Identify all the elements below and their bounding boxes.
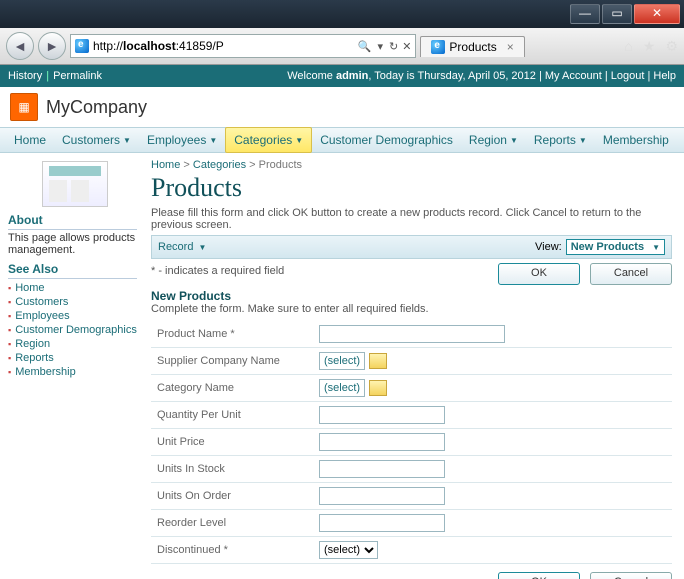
page-thumbnail-icon [42, 161, 108, 207]
record-bar: Record ▼ View: New Products▼ [151, 235, 672, 259]
menu-home[interactable]: Home [6, 128, 54, 152]
window-minimize-button[interactable]: — [570, 4, 600, 24]
brand-name: MyCompany [46, 97, 147, 118]
window-close-button[interactable]: ✕ [634, 4, 680, 24]
my-account-link[interactable]: My Account [545, 70, 602, 82]
about-heading: About [8, 213, 137, 230]
home-icon[interactable]: ⌂ [624, 38, 632, 55]
about-text: This page allows products management. [8, 232, 137, 256]
sidebar-link[interactable]: Employees [8, 309, 137, 323]
page-help: Please fill this form and click OK butto… [151, 207, 672, 231]
tools-icon[interactable]: ⚙ [665, 38, 678, 55]
refresh-icon[interactable]: ↻ [389, 40, 398, 53]
main-content: Home > Categories > Products Products Pl… [145, 153, 684, 579]
unit-price-input[interactable] [319, 433, 445, 451]
product-name-input[interactable] [319, 325, 505, 343]
discontinued-select[interactable]: (select) [319, 541, 378, 559]
form-table: Product Name * Supplier Company Name(sel… [151, 321, 672, 564]
back-button[interactable]: ◄ [6, 32, 34, 60]
sidebar-link[interactable]: Customers [8, 295, 137, 309]
crumb-categories[interactable]: Categories [193, 159, 246, 171]
sidebar: About This page allows products manageme… [0, 153, 145, 389]
main-menu: Home Customers▼ Employees▼ Categories▼ C… [0, 127, 684, 153]
browser-tab[interactable]: Products × [420, 36, 524, 57]
forward-button[interactable]: ► [38, 32, 66, 60]
search-icon[interactable]: 🔍 [358, 40, 372, 53]
category-lookup-icon[interactable] [369, 380, 387, 396]
menu-customer-demographics[interactable]: Customer Demographics [312, 128, 461, 152]
qpu-input[interactable] [319, 406, 445, 424]
reorder-level-input[interactable] [319, 514, 445, 532]
category-select[interactable]: (select) [319, 379, 365, 397]
ok-button-bottom[interactable]: OK [498, 572, 580, 579]
sidebar-link[interactable]: Membership [8, 365, 137, 379]
browser-toolbar: ◄ ► http://localhost:41859/P 🔍 ▾ ↻ ✕ Pro… [0, 28, 684, 65]
address-url: http://localhost:41859/P [93, 39, 354, 53]
stop-icon[interactable]: ✕ [402, 40, 411, 53]
sidebar-link[interactable]: Customer Demographics [8, 323, 137, 337]
units-on-order-input[interactable] [319, 487, 445, 505]
brand-bar: ▦ MyCompany [0, 87, 684, 127]
units-in-stock-input[interactable] [319, 460, 445, 478]
menu-reports[interactable]: Reports▼ [526, 128, 595, 152]
breadcrumb: Home > Categories > Products [151, 157, 672, 173]
brand-logo-icon: ▦ [10, 93, 38, 121]
logout-link[interactable]: Logout [611, 70, 645, 82]
permalink-link[interactable]: Permalink [53, 70, 102, 82]
section-desc: Complete the form. Make sure to enter al… [151, 303, 672, 315]
ie-favicon-icon [75, 39, 89, 53]
menu-employees[interactable]: Employees▼ [139, 128, 225, 152]
tab-close-icon[interactable]: × [507, 40, 514, 54]
menu-region[interactable]: Region▼ [461, 128, 526, 152]
view-selector[interactable]: New Products▼ [566, 239, 665, 255]
section-title: New Products [151, 289, 672, 303]
view-label: View: [535, 241, 562, 253]
crumb-current: Products [259, 159, 302, 171]
see-also-heading: See Also [8, 262, 137, 279]
tab-title: Products [449, 40, 496, 54]
crumb-home[interactable]: Home [151, 159, 180, 171]
menu-categories[interactable]: Categories▼ [225, 127, 312, 153]
supplier-select[interactable]: (select) [319, 352, 365, 370]
menu-membership[interactable]: Membership [595, 128, 677, 152]
sidebar-link[interactable]: Region [8, 337, 137, 351]
help-link[interactable]: Help [653, 70, 676, 82]
favorites-icon[interactable]: ★ [643, 38, 656, 55]
sidebar-link[interactable]: Reports [8, 351, 137, 365]
sidebar-link[interactable]: Home [8, 281, 137, 295]
tab-favicon-icon [431, 40, 445, 54]
cancel-button-bottom[interactable]: Cancel [590, 572, 672, 579]
supplier-lookup-icon[interactable] [369, 353, 387, 369]
history-link[interactable]: History [8, 70, 42, 82]
address-bar[interactable]: http://localhost:41859/P 🔍 ▾ ↻ ✕ [70, 34, 416, 58]
cancel-button-top[interactable]: Cancel [590, 263, 672, 285]
record-menu[interactable]: Record ▼ [158, 241, 206, 253]
ok-button-top[interactable]: OK [498, 263, 580, 285]
window-maximize-button[interactable]: ▭ [602, 4, 632, 24]
app-topbar: History | Permalink Welcome admin, Today… [0, 65, 684, 87]
page-title: Products [151, 173, 672, 203]
window-titlebar: — ▭ ✕ [0, 0, 684, 28]
menu-customers[interactable]: Customers▼ [54, 128, 139, 152]
